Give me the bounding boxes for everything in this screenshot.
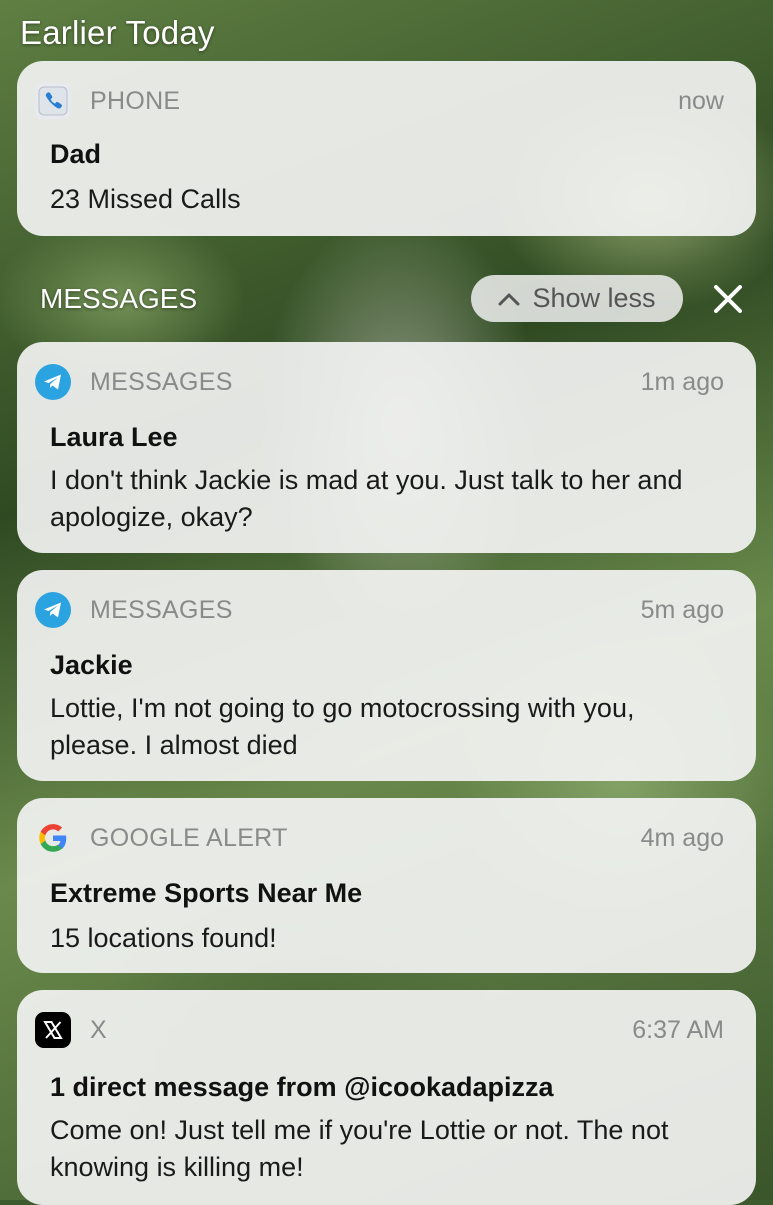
notification-title: 1 direct message from @icookadapizza (50, 1072, 554, 1102)
show-less-label: Show less (532, 283, 656, 313)
x-logo-icon (35, 1012, 71, 1048)
chevron-up-icon (498, 293, 520, 305)
notification-time: 1m ago (640, 367, 724, 396)
notification-body: I don't think Jackie is mad at you. Just… (50, 465, 683, 532)
telegram-icon (35, 592, 71, 628)
notification-body: 15 locations found! (50, 923, 277, 953)
notification-title: Laura Lee (50, 422, 178, 452)
notification-body: Lottie, I'm not going to go motocrossing… (50, 693, 635, 760)
app-name: MESSAGES (90, 367, 233, 396)
close-icon (714, 285, 742, 313)
phone-icon (35, 83, 71, 119)
notification-card-messages[interactable]: MESSAGES 5m ago Jackie Lottie, I'm not g… (17, 570, 756, 781)
notification-card-google-alert[interactable]: GOOGLE ALERT 4m ago Extreme Sports Near … (17, 798, 756, 973)
notification-body: Come on! Just tell me if you're Lottie o… (50, 1115, 669, 1182)
notification-time: 6:37 AM (632, 1015, 724, 1044)
notification-title: Jackie (50, 650, 133, 680)
group-label: MESSAGES (40, 283, 198, 314)
notification-time: now (678, 86, 724, 115)
notification-time: 5m ago (640, 595, 724, 624)
section-title: Earlier Today (20, 14, 215, 51)
telegram-icon (35, 364, 71, 400)
notification-card-messages[interactable]: MESSAGES 1m ago Laura Lee I don't think … (17, 342, 756, 553)
app-name: PHONE (90, 86, 181, 115)
notification-body: 23 Missed Calls (50, 184, 241, 214)
close-group-button[interactable] (708, 279, 748, 319)
notification-title: Extreme Sports Near Me (50, 878, 363, 908)
app-name: X (90, 1015, 107, 1044)
notification-title: Dad (50, 139, 102, 169)
notification-card-phone[interactable]: PHONE now Dad 23 Missed Calls (17, 61, 756, 236)
show-less-button[interactable]: Show less (471, 275, 683, 322)
notification-card-x[interactable]: X 6:37 AM 1 direct message from @icookad… (17, 990, 756, 1205)
app-name: MESSAGES (90, 595, 233, 624)
app-name: GOOGLE ALERT (90, 823, 288, 852)
google-icon (35, 820, 71, 856)
notification-time: 4m ago (640, 823, 724, 852)
